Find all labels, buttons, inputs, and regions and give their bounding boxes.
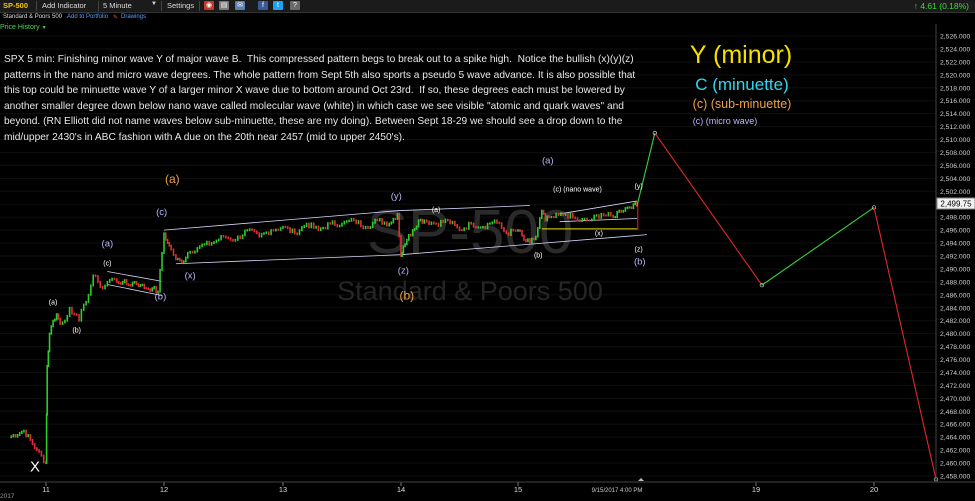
x-tick-label: 12 — [160, 485, 168, 494]
forecast-up-segment — [636, 132, 656, 206]
y-tick-label: 2,490.000 — [940, 266, 970, 273]
date-axis: 11 12 13 14 15 19 20 — [42, 482, 878, 494]
forecast-up-segment — [761, 207, 875, 286]
forecast-path — [636, 130, 939, 482]
y-tick-label: 2,524.000 — [940, 46, 970, 53]
y-tick-label: 2,502.000 — [940, 189, 970, 196]
x-tick-label: 20 — [870, 485, 878, 494]
last-price-value: 2,499.75 — [940, 200, 972, 209]
y-tick-label: 2,472.000 — [940, 383, 970, 390]
price-axis: 2,458.000 2,460.000 2,462.000 2,464.000 2,46… — [940, 34, 970, 481]
x-tick-label: 11 — [42, 485, 50, 494]
y-tick-label: 2,484.000 — [940, 305, 970, 312]
wave-label: (a) — [49, 300, 58, 307]
wave-label: (x) — [595, 230, 603, 237]
forecast-down-segment — [654, 132, 763, 286]
y-tick-label: 2,520.000 — [940, 72, 970, 79]
y-tick-label: 2,482.000 — [940, 318, 970, 325]
wave-label: (b) — [534, 252, 543, 259]
y-tick-label: 2,512.000 — [940, 124, 970, 131]
channel-line — [107, 271, 162, 282]
wave-label: (b) — [155, 291, 167, 302]
wave-label: (b) — [72, 327, 81, 334]
wave-label: (a) — [432, 207, 441, 214]
y-tick-label: 2,488.000 — [940, 279, 970, 286]
y-tick-label: 2,486.000 — [940, 292, 970, 299]
timestamp-marker: 9/15/2017 4:00 PM — [592, 478, 644, 494]
x-tick-label: 15 — [514, 485, 522, 494]
y-tick-label: 2,494.000 — [940, 241, 970, 248]
y-tick-label: 2,514.000 — [940, 111, 970, 118]
x-tick-label: 19 — [752, 485, 760, 494]
y-tick-label: 2,522.000 — [940, 59, 970, 66]
forecast-down-segment — [873, 207, 937, 480]
y-tick-label: 2,478.000 — [940, 344, 970, 351]
y-tick-label: 2,466.000 — [940, 422, 970, 429]
legend-minor: Y (minor) — [690, 41, 792, 69]
wave-label: X — [30, 458, 40, 475]
y-tick-label: 2,476.000 — [940, 357, 970, 364]
y-tick-label: 2,496.000 — [940, 228, 970, 235]
x-tick-label: 13 — [279, 485, 287, 494]
wave-label: (a) — [165, 172, 180, 186]
y-tick-label: 2,518.000 — [940, 85, 970, 92]
year-label: 2017 — [0, 493, 15, 500]
legend-micro: (c) (micro wave) — [693, 116, 758, 126]
y-tick-label: 2,526.000 — [940, 34, 970, 41]
legend-minuette: C (minuette) — [695, 75, 789, 94]
y-tick-label: 2,506.000 — [940, 163, 970, 170]
wave-label: (a) — [102, 238, 114, 249]
y-tick-label: 2,462.000 — [940, 448, 970, 455]
wave-label: (y) — [391, 191, 402, 202]
timestamp-label: 9/15/2017 4:00 PM — [592, 488, 643, 494]
x-tick-label: 14 — [397, 485, 405, 494]
y-tick-label: 2,468.000 — [940, 409, 970, 416]
wave-label: (b) — [400, 288, 415, 302]
y-tick-label: 2,510.000 — [940, 137, 970, 144]
wave-label: (z) — [398, 265, 409, 276]
y-tick-label: 2,458.000 — [940, 474, 970, 481]
wave-label: (x) — [185, 271, 196, 282]
wave-label: (c) — [156, 207, 167, 218]
y-tick-label: 2,474.000 — [940, 370, 970, 377]
wave-label: (z) — [635, 246, 643, 253]
y-tick-label: 2,460.000 — [940, 461, 970, 468]
wave-label: (c) (nano wave) — [553, 186, 602, 193]
y-tick-label: 2,492.000 — [940, 254, 970, 261]
wave-label: (c) — [103, 261, 111, 268]
y-tick-label: 2,504.000 — [940, 176, 970, 183]
y-tick-label: 2,470.000 — [940, 396, 970, 403]
legend-subminuette: (c) (sub-minuette) — [693, 97, 792, 111]
y-tick-label: 2,464.000 — [940, 435, 970, 442]
last-price-tag: 2,499.75 — [936, 197, 975, 210]
wave-label: (y) — [635, 184, 643, 191]
watermark-name: Standard & Poors 500 — [337, 276, 603, 306]
y-tick-label: 2,516.000 — [940, 98, 970, 105]
y-tick-label: 2,508.000 — [940, 150, 970, 157]
y-tick-label: 2,480.000 — [940, 331, 970, 338]
y-tick-label: 2,498.000 — [940, 215, 970, 222]
wave-label: (b) — [634, 256, 646, 267]
analysis-note: SPX 5 min: Finishing minor wave Y of maj… — [4, 54, 636, 143]
wave-label: (a) — [542, 155, 554, 166]
